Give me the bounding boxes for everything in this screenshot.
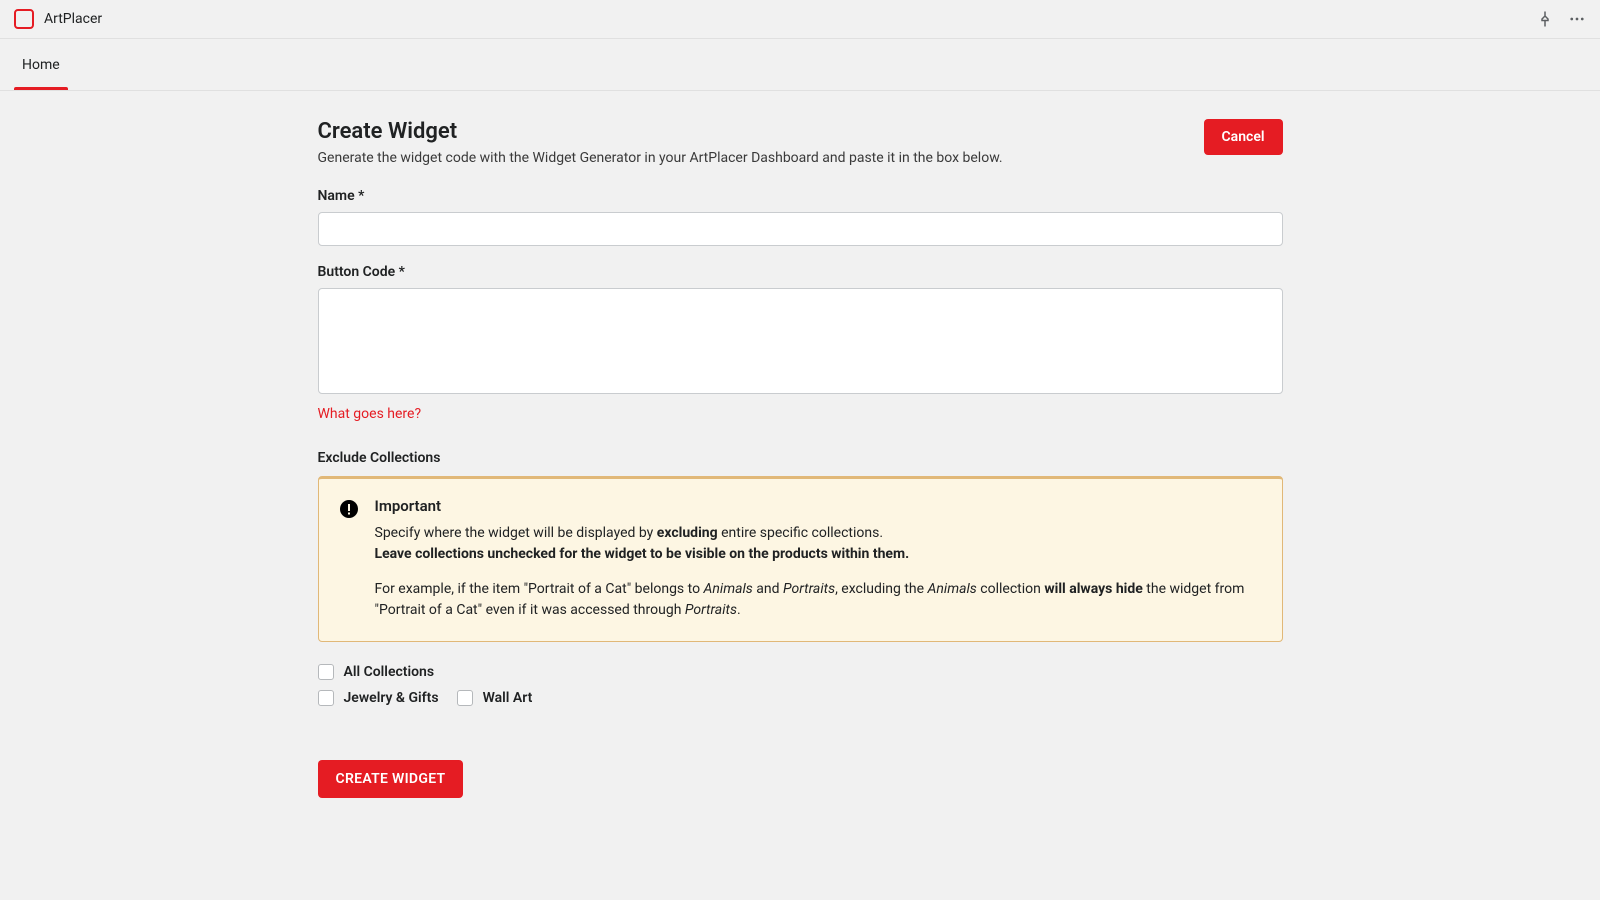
page-title: Create Widget bbox=[318, 119, 1003, 144]
form-group-name: Name * bbox=[318, 188, 1283, 246]
header-text: Create Widget Generate the widget code w… bbox=[318, 119, 1003, 166]
checkbox-all-label[interactable]: All Collections bbox=[344, 664, 435, 680]
button-code-textarea[interactable] bbox=[318, 288, 1283, 394]
alert-paragraph-2: For example, if the item "Portrait of a … bbox=[375, 579, 1262, 621]
checkbox-row-jewelry: Jewelry & Gifts bbox=[318, 690, 439, 706]
checkbox-jewelry[interactable] bbox=[318, 690, 334, 706]
alert-title: Important bbox=[375, 497, 1262, 515]
checkbox-all-row: All Collections bbox=[318, 664, 1283, 680]
name-label: Name * bbox=[318, 188, 1283, 204]
checkbox-collections-row: Jewelry & Gifts Wall Art bbox=[318, 690, 1283, 716]
topbar-right bbox=[1536, 10, 1586, 28]
name-input[interactable] bbox=[318, 212, 1283, 246]
page-subtitle: Generate the widget code with the Widget… bbox=[318, 150, 1003, 166]
checkbox-row-wallart: Wall Art bbox=[457, 690, 533, 706]
checkbox-wallart[interactable] bbox=[457, 690, 473, 706]
cancel-button[interactable]: Cancel bbox=[1204, 119, 1283, 155]
button-code-label: Button Code * bbox=[318, 264, 1283, 280]
app-title: ArtPlacer bbox=[44, 11, 102, 27]
form-container: Create Widget Generate the widget code w… bbox=[318, 119, 1283, 798]
checkbox-jewelry-label[interactable]: Jewelry & Gifts bbox=[344, 690, 439, 706]
alert-box: Important Specify where the widget will … bbox=[318, 476, 1283, 642]
help-link[interactable]: What goes here? bbox=[318, 406, 422, 422]
header-row: Create Widget Generate the widget code w… bbox=[318, 119, 1283, 166]
tab-home-label: Home bbox=[22, 57, 60, 73]
topbar: ArtPlacer bbox=[0, 0, 1600, 39]
app-icon bbox=[14, 9, 34, 29]
tabsbar: Home bbox=[0, 39, 1600, 91]
submit-row: CREATE WIDGET bbox=[318, 760, 1283, 798]
tab-home[interactable]: Home bbox=[14, 39, 68, 90]
topbar-left: ArtPlacer bbox=[14, 9, 102, 29]
alert-content: Important Specify where the widget will … bbox=[375, 497, 1262, 621]
exclude-collections-label: Exclude Collections bbox=[318, 450, 1283, 466]
checkbox-all[interactable] bbox=[318, 664, 334, 680]
content: Create Widget Generate the widget code w… bbox=[0, 91, 1600, 798]
alert-paragraph-1: Specify where the widget will be display… bbox=[375, 523, 1262, 565]
checkbox-wallart-label[interactable]: Wall Art bbox=[483, 690, 533, 706]
create-widget-button[interactable]: CREATE WIDGET bbox=[318, 760, 464, 798]
alert-icon bbox=[339, 499, 359, 519]
form-group-button-code: Button Code * What goes here? bbox=[318, 264, 1283, 422]
pin-icon[interactable] bbox=[1536, 10, 1554, 28]
more-icon[interactable] bbox=[1568, 10, 1586, 28]
